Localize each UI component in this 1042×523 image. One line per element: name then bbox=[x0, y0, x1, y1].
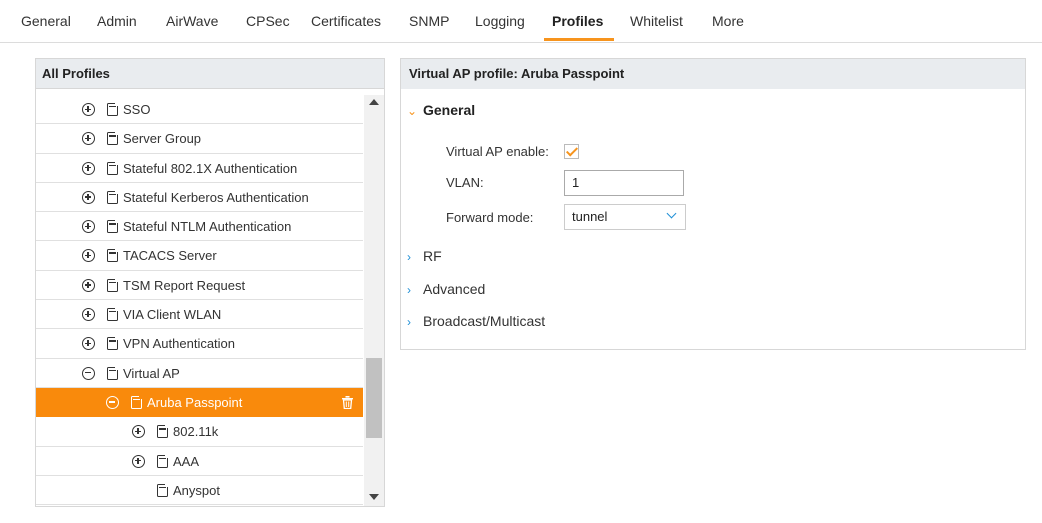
forward-mode-value: tunnel bbox=[572, 209, 608, 224]
profile-icon bbox=[157, 424, 169, 439]
expand-icon[interactable] bbox=[82, 190, 95, 204]
trash-icon[interactable] bbox=[342, 395, 353, 409]
tree-row-tsm-report[interactable]: TSM Report Request bbox=[36, 271, 363, 301]
tab-logging[interactable]: Logging bbox=[475, 0, 525, 43]
expand-icon[interactable] bbox=[82, 278, 95, 292]
tree-row-label: Stateful 802.1X Authentication bbox=[123, 160, 298, 176]
tab-profiles[interactable]: Profiles bbox=[552, 0, 603, 43]
chevron-right-icon: › bbox=[407, 315, 411, 329]
expand-icon[interactable] bbox=[132, 425, 145, 439]
tree-row-label: Aruba Passpoint bbox=[147, 394, 243, 410]
tree-scrollbar[interactable] bbox=[364, 95, 384, 506]
tree-row-via-client-wlan[interactable]: VIA Client WLAN bbox=[36, 300, 363, 330]
collapse-icon[interactable] bbox=[82, 366, 95, 380]
tab-whitelist[interactable]: Whitelist bbox=[630, 0, 683, 43]
profile-icon bbox=[107, 277, 119, 292]
expand-icon[interactable] bbox=[82, 220, 95, 234]
section-rf-label: RF bbox=[423, 248, 442, 264]
section-general[interactable]: ⌄ General bbox=[407, 102, 475, 118]
profile-icon bbox=[107, 219, 119, 234]
tree-row-virtual-ap[interactable]: Virtual AP bbox=[36, 359, 363, 388]
tree-row-anyspot[interactable]: Anyspot bbox=[36, 476, 363, 506]
profile-icon bbox=[107, 307, 119, 322]
tree-row-label: Server Group bbox=[123, 131, 202, 147]
tree-row-label: VPN Authentication bbox=[123, 336, 236, 352]
profile-icon bbox=[107, 336, 119, 351]
tree-row-80211k[interactable]: 802.11k bbox=[36, 417, 363, 447]
virtual-ap-enable-label: Virtual AP enable: bbox=[446, 144, 549, 159]
vlan-label: VLAN: bbox=[446, 175, 484, 190]
scroll-up-arrow-icon[interactable] bbox=[369, 99, 379, 105]
forward-mode-select[interactable]: tunnel bbox=[564, 204, 686, 230]
tree-row-stateful-8021x[interactable]: Stateful 802.1X Authentication bbox=[36, 154, 363, 183]
top-nav-bar: General Admin AirWave CPSec Certificates… bbox=[0, 0, 1042, 43]
profile-icon bbox=[107, 248, 119, 263]
tree-row-label: Stateful Kerberos Authentication bbox=[123, 189, 309, 205]
tree-row-aaa[interactable]: AAA bbox=[36, 447, 363, 476]
tree-row-stateful-kerberos[interactable]: Stateful Kerberos Authentication bbox=[36, 183, 363, 213]
expand-icon[interactable] bbox=[82, 249, 95, 263]
chevron-down-icon bbox=[666, 208, 677, 219]
profile-icon bbox=[107, 189, 119, 204]
scrollbar-thumb[interactable] bbox=[366, 358, 382, 438]
section-rf[interactable]: › RF bbox=[407, 248, 442, 264]
vlan-input[interactable]: 1 bbox=[564, 170, 684, 196]
expand-icon[interactable] bbox=[82, 132, 95, 146]
chevron-right-icon: › bbox=[407, 250, 411, 264]
tree-row-label: TSM Report Request bbox=[123, 277, 246, 293]
tree-row-aruba-passpoint[interactable]: Aruba Passpoint bbox=[36, 387, 363, 418]
all-profiles-panel: All Profiles SSO Server Group Stateful 8… bbox=[35, 58, 385, 507]
section-advanced[interactable]: › Advanced bbox=[407, 281, 485, 297]
profile-editor-title: Virtual AP profile: Aruba Passpoint bbox=[401, 59, 1025, 89]
tree-row-label: TACACS Server bbox=[123, 248, 217, 264]
profile-icon bbox=[107, 365, 119, 380]
profile-icon bbox=[157, 482, 169, 497]
tree-row-server-group[interactable]: Server Group bbox=[36, 124, 363, 154]
scroll-down-arrow-icon[interactable] bbox=[369, 494, 379, 500]
tree-row-vpn-authentication[interactable]: VPN Authentication bbox=[36, 329, 363, 359]
tree-row-sso[interactable]: SSO bbox=[36, 95, 363, 125]
virtual-ap-enable-checkbox[interactable] bbox=[564, 144, 579, 159]
all-profiles-title: All Profiles bbox=[36, 59, 384, 89]
forward-mode-label: Forward mode: bbox=[446, 210, 534, 225]
expand-icon[interactable] bbox=[82, 337, 95, 351]
collapse-icon[interactable] bbox=[106, 395, 119, 409]
profile-icon bbox=[131, 394, 143, 409]
tab-airwave[interactable]: AirWave bbox=[166, 0, 218, 43]
tree-row-label: SSO bbox=[123, 102, 151, 117]
section-general-label: General bbox=[423, 102, 476, 118]
tree-row-label: AAA bbox=[173, 453, 200, 469]
chevron-down-icon: ⌄ bbox=[407, 104, 418, 118]
tree-row-stateful-ntlm[interactable]: Stateful NTLM Authentication bbox=[36, 212, 363, 242]
expand-icon[interactable] bbox=[82, 308, 95, 322]
tab-cpsec[interactable]: CPSec bbox=[246, 0, 290, 43]
profile-icon bbox=[107, 131, 119, 146]
tree-row-label: Stateful NTLM Authentication bbox=[123, 219, 292, 235]
profile-icon bbox=[107, 160, 119, 175]
tree-row-label: Virtual AP bbox=[123, 365, 180, 381]
tree-row-label: VIA Client WLAN bbox=[123, 307, 222, 323]
profile-tree: SSO Server Group Stateful 802.1X Authent… bbox=[36, 95, 363, 506]
tree-row-tacacs-server[interactable]: TACACS Server bbox=[36, 241, 363, 271]
expand-icon[interactable] bbox=[132, 454, 145, 468]
chevron-right-icon: › bbox=[407, 283, 411, 297]
profile-icon bbox=[157, 453, 169, 468]
tab-admin[interactable]: Admin bbox=[97, 0, 137, 43]
profile-editor-panel: Virtual AP profile: Aruba Passpoint ⌄ Gen… bbox=[400, 58, 1026, 350]
section-broadcast-multicast[interactable]: › Broadcast/Multicast bbox=[407, 313, 545, 329]
section-advanced-label: Advanced bbox=[423, 281, 486, 297]
tab-certificates[interactable]: Certificates bbox=[311, 0, 381, 43]
tab-more[interactable]: More bbox=[712, 0, 744, 43]
tree-row-label: Anyspot bbox=[173, 482, 220, 498]
active-tab-indicator bbox=[544, 38, 614, 41]
tab-snmp[interactable]: SNMP bbox=[409, 0, 449, 43]
expand-icon[interactable] bbox=[82, 161, 95, 175]
profile-icon bbox=[107, 102, 119, 116]
expand-icon[interactable] bbox=[82, 103, 95, 116]
tab-general[interactable]: General bbox=[21, 0, 71, 43]
section-broadcast-multicast-label: Broadcast/Multicast bbox=[423, 313, 546, 329]
tree-row-label: 802.11k bbox=[173, 424, 219, 440]
